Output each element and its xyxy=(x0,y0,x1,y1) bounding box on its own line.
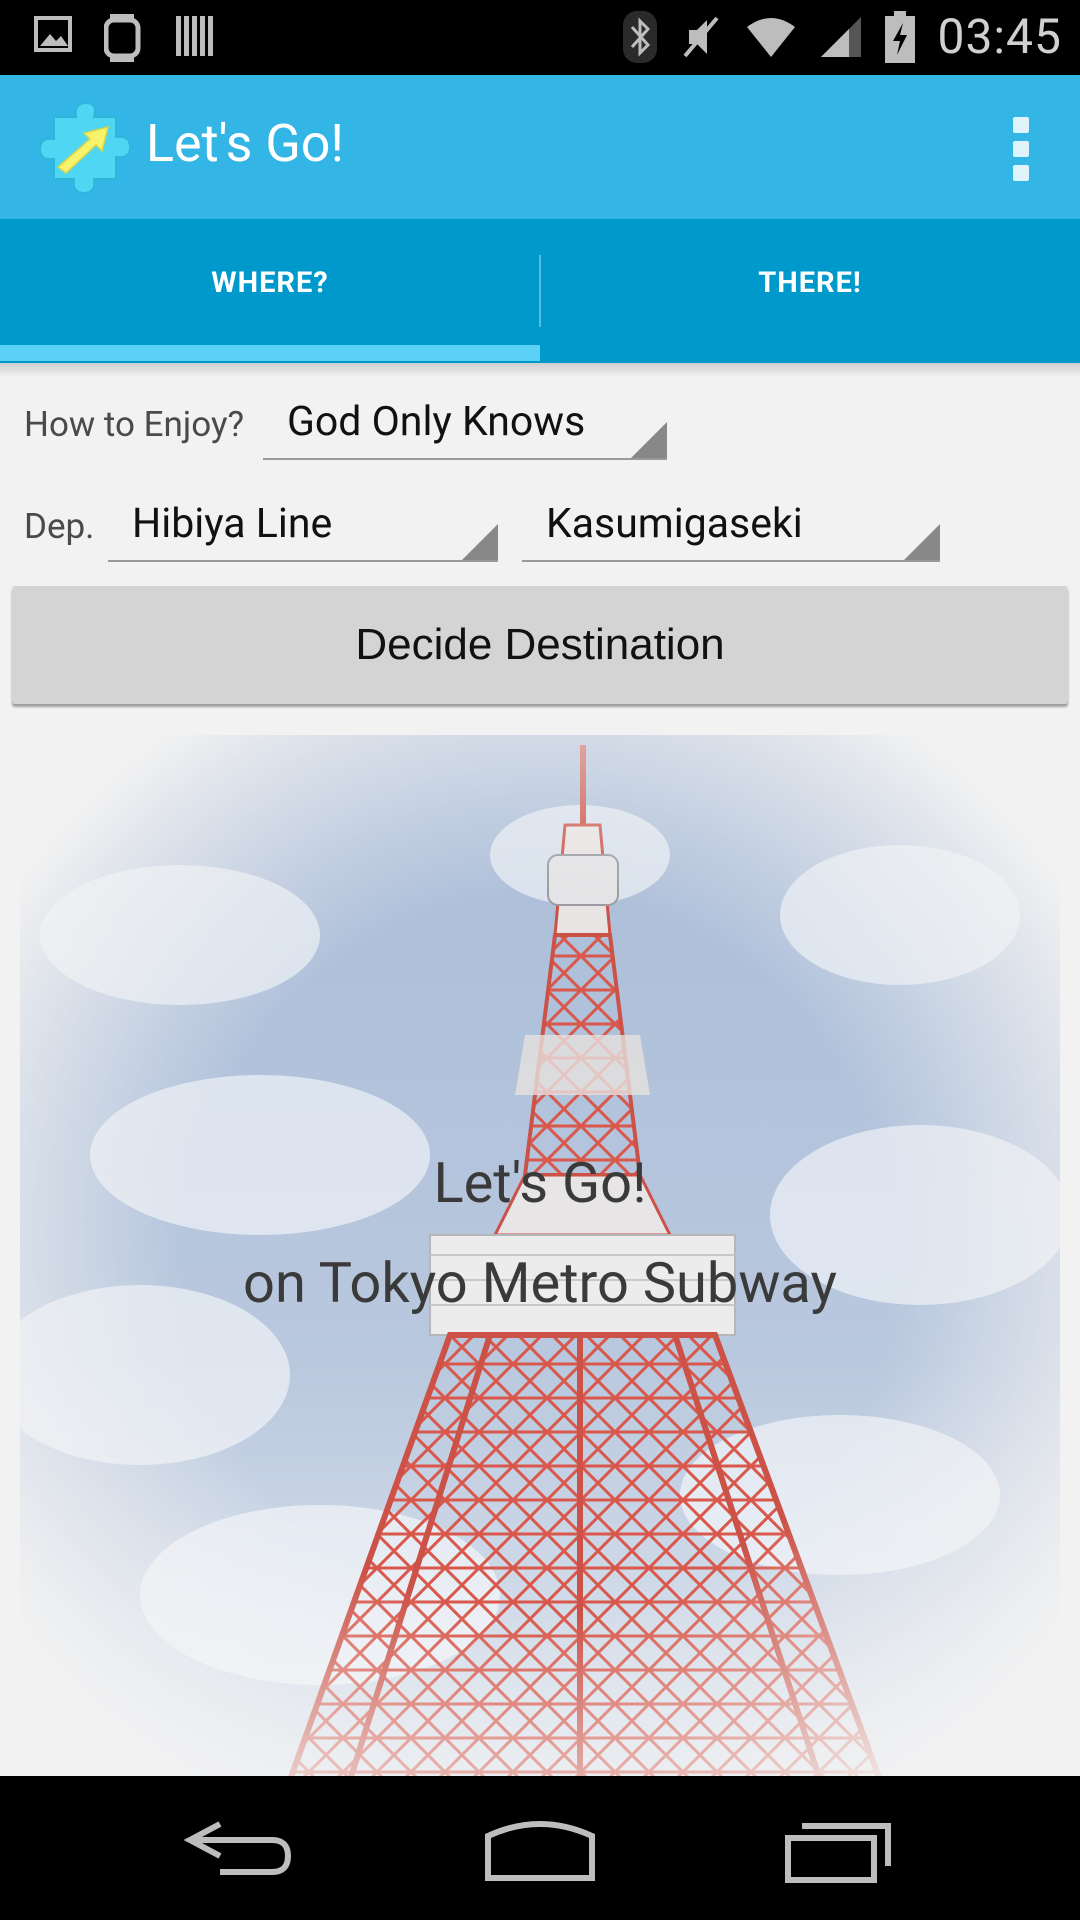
spinner-arrow-icon xyxy=(462,524,498,560)
tab-selected-indicator xyxy=(0,345,540,361)
line-spinner[interactable]: Hibiya Line xyxy=(108,492,498,562)
status-time: 03:45 xyxy=(937,8,1062,65)
enjoy-spinner-value: God Only Knows xyxy=(287,398,586,446)
station-spinner-value: Kasumigaseki xyxy=(546,500,803,548)
image-icon xyxy=(34,16,72,52)
spinner-arrow-icon xyxy=(631,422,667,458)
back-icon[interactable] xyxy=(180,1812,300,1884)
signal-icon xyxy=(821,16,862,57)
overflow-menu-icon[interactable] xyxy=(1006,117,1036,181)
station-spinner[interactable]: Kasumigaseki xyxy=(522,492,940,562)
tab-bar: WHERE? THERE! xyxy=(0,219,1080,363)
decide-destination-button[interactable]: Decide Destination xyxy=(12,586,1068,704)
battery-charging-icon xyxy=(885,10,916,63)
action-bar: Let's Go! xyxy=(0,75,1080,219)
line-spinner-value: Hibiya Line xyxy=(132,500,333,548)
dep-label: Dep. xyxy=(24,506,95,547)
puzzle-arrow-app-icon xyxy=(38,101,132,195)
bluetooth-icon xyxy=(623,10,658,63)
navigation-bar xyxy=(0,1776,1080,1920)
tab-there[interactable]: THERE! xyxy=(540,219,1080,363)
app-title: Let's Go! xyxy=(146,113,344,174)
tab-where[interactable]: WHERE? xyxy=(0,219,540,363)
barcode-icon xyxy=(176,16,213,56)
recents-icon[interactable] xyxy=(780,1812,900,1884)
spinner-arrow-icon xyxy=(904,524,940,560)
status-bar: 03:45 xyxy=(0,0,1080,75)
mute-icon xyxy=(683,16,719,57)
watch-icon xyxy=(104,14,141,62)
tokyo-tower-photo: Let's Go! on Tokyo Metro Subway xyxy=(20,735,1060,1780)
tab-shadow xyxy=(0,363,1080,377)
wifi-icon xyxy=(747,17,796,57)
hero-subtitle: on Tokyo Metro Subway xyxy=(243,1250,837,1316)
enjoy-spinner[interactable]: God Only Knows xyxy=(263,390,667,460)
home-icon[interactable] xyxy=(480,1812,600,1884)
enjoy-label: How to Enjoy? xyxy=(24,404,245,445)
hero-title: Let's Go! xyxy=(433,1150,647,1216)
